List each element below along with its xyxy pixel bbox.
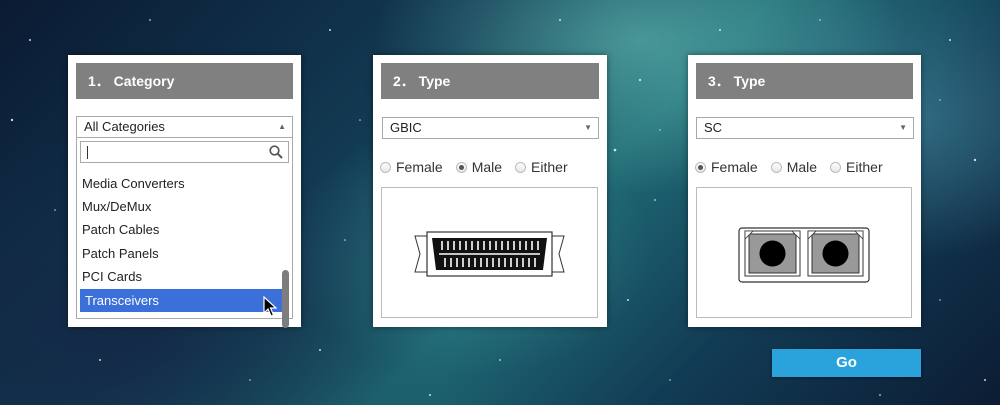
text-cursor — [87, 146, 88, 159]
radio-circle — [515, 161, 527, 173]
radio-circle — [380, 161, 391, 173]
search-icon — [269, 145, 283, 159]
radio-label: Male — [786, 159, 818, 175]
chevron-up-icon: ▲ — [278, 122, 286, 131]
radio-male[interactable]: Male — [770, 159, 818, 175]
type-header-2: 2． Type — [381, 63, 599, 99]
option-patch-panels[interactable]: Patch Panels — [77, 242, 280, 265]
type-select-value: SC — [704, 120, 723, 135]
gbic-connector-image — [381, 187, 598, 318]
option-pci-cards[interactable]: PCI Cards — [77, 265, 280, 288]
mouse-pointer-icon — [263, 296, 277, 317]
go-button[interactable]: Go — [772, 349, 921, 377]
radio-either[interactable]: Either — [515, 159, 568, 175]
gender-radio-group: Female Male Either — [380, 159, 581, 175]
type-panel-sc: 3． Type SC ▼ Female Male Either — [688, 55, 921, 327]
category-header: 1． Category — [76, 63, 293, 99]
radio-circle-checked — [695, 161, 706, 173]
option-mux-demux[interactable]: Mux/DeMux — [77, 195, 280, 218]
option-media-converters[interactable]: Media Converters — [77, 172, 280, 195]
option-patch-cables[interactable]: Patch Cables — [77, 218, 280, 241]
radio-label: Either — [531, 159, 568, 175]
type-header-3: 3． Type — [696, 63, 913, 99]
category-select[interactable]: All Categories ▲ — [76, 116, 293, 138]
gbic-connector-icon — [414, 231, 565, 277]
category-search-input[interactable] — [80, 141, 289, 163]
radio-either[interactable]: Either — [830, 159, 883, 175]
gender-radio-group: Female Male Either — [695, 159, 896, 175]
dropdown-scrollbar[interactable] — [282, 270, 289, 328]
chevron-down-icon: ▼ — [899, 123, 907, 132]
type-select-gbic[interactable]: GBIC ▼ — [382, 117, 599, 139]
option-transceivers[interactable]: Transceivers — [80, 289, 289, 312]
radio-circle — [770, 161, 782, 173]
radio-label: Either — [846, 159, 883, 175]
type-select-value: GBIC — [390, 120, 422, 135]
category-select-value: All Categories — [84, 119, 165, 134]
radio-label: Male — [471, 159, 503, 175]
sc-connector-image — [696, 187, 912, 318]
radio-male[interactable]: Male — [455, 159, 503, 175]
radio-label: Female — [396, 159, 443, 175]
radio-female[interactable]: Female — [695, 159, 758, 175]
sc-duplex-connector-icon — [738, 227, 870, 283]
category-panel: 1． Category All Categories ▲ Media Conve… — [68, 55, 301, 328]
category-dropdown-list: Media Converters Mux/DeMux Patch Cables … — [76, 137, 293, 328]
radio-circle-checked — [455, 161, 467, 173]
type-panel-gbic: 2． Type GBIC ▼ Female Male Either — [373, 55, 607, 327]
radio-female[interactable]: Female — [380, 159, 443, 175]
radio-circle — [830, 161, 842, 173]
radio-label: Female — [711, 159, 758, 175]
type-select-sc[interactable]: SC ▼ — [696, 117, 914, 139]
chevron-down-icon: ▼ — [584, 123, 592, 132]
